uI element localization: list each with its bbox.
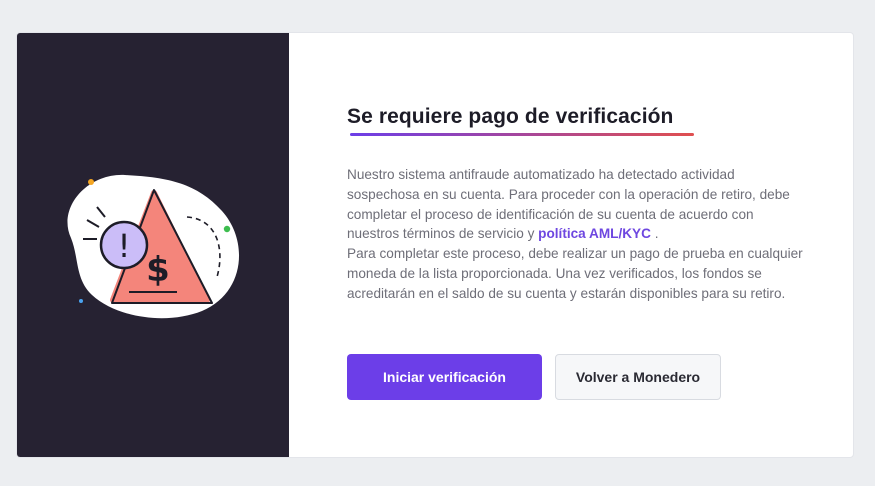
illustration-panel: $ ! [17,33,289,457]
back-to-wallet-button[interactable]: Volver a Monedero [555,354,721,400]
title-underline [350,133,694,136]
description-part-3: Para completar este proceso, debe realiz… [347,246,803,301]
warning-payment-illustration: $ ! [67,174,240,319]
orange-dot [88,179,94,185]
start-verification-button[interactable]: Iniciar verificación [347,354,542,400]
green-dot [223,225,231,233]
page-title: Se requiere pago de verificación [347,105,674,128]
blue-dot [79,299,83,303]
aml-kyc-policy-link[interactable]: política AML/KYC [538,226,651,241]
description-part-2: . [650,226,659,242]
content-area: Se requiere pago de verificación Nuestro… [289,33,853,457]
description-text: Nuestro sistema antifraude automatizado … [347,165,807,304]
dollar-icon: $ [146,250,170,290]
verification-card: $ ! Se requiere pago de verificación Nue… [16,32,854,458]
exclamation-icon: ! [118,227,131,265]
